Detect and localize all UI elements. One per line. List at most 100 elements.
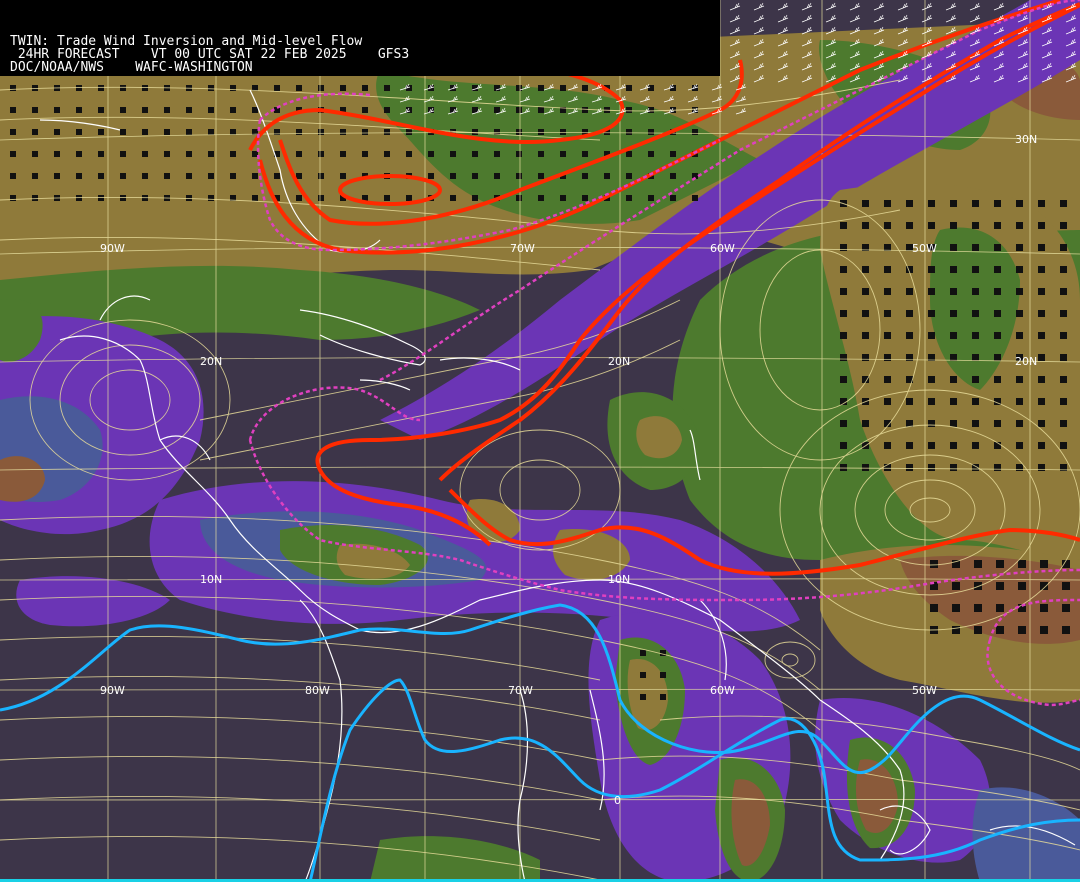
- stipple-mark: [994, 332, 1001, 339]
- stipple-mark: [208, 85, 214, 91]
- lat-label-right-20n: 20N: [1015, 355, 1037, 368]
- stipple-mark: [1062, 626, 1070, 634]
- stipple-mark: [840, 442, 847, 449]
- stipple-mark: [994, 354, 1001, 361]
- stipple-mark: [472, 151, 478, 157]
- stipple-mark: [1016, 398, 1023, 405]
- stipple-mark: [648, 129, 654, 135]
- lon-label-top-70w: 70W: [510, 242, 535, 255]
- stipple-mark: [1038, 288, 1045, 295]
- stipple-mark: [76, 173, 82, 179]
- stipple-mark: [1038, 398, 1045, 405]
- stipple-mark: [840, 266, 847, 273]
- stipple-mark: [516, 195, 522, 201]
- stipple-mark: [928, 200, 935, 207]
- stipple-mark: [142, 85, 148, 91]
- stipple-mark: [972, 288, 979, 295]
- stipple-mark: [648, 107, 654, 113]
- stipple-mark: [1016, 442, 1023, 449]
- stipple-mark: [928, 376, 935, 383]
- stipple-mark: [640, 672, 646, 678]
- stipple-mark: [972, 354, 979, 361]
- stipple-mark: [340, 129, 346, 135]
- lon-label-top-90w: 90W: [100, 242, 125, 255]
- stipple-mark: [862, 200, 869, 207]
- stipple-mark: [186, 173, 192, 179]
- stipple-mark: [972, 244, 979, 251]
- stipple-mark: [472, 85, 478, 91]
- stipple-mark: [950, 288, 957, 295]
- stipple-mark: [952, 626, 960, 634]
- stipple-mark: [1016, 376, 1023, 383]
- stipple-mark: [450, 173, 456, 179]
- stipple-mark: [950, 376, 957, 383]
- stipple-mark: [516, 107, 522, 113]
- stipple-mark: [142, 107, 148, 113]
- stipple-mark: [930, 604, 938, 612]
- stipple-mark: [640, 650, 646, 656]
- stipple-mark: [950, 464, 957, 471]
- stipple-mark: [10, 173, 16, 179]
- stipple-mark: [994, 420, 1001, 427]
- stipple-mark: [996, 626, 1004, 634]
- stipple-mark: [164, 151, 170, 157]
- stipple-mark: [1016, 310, 1023, 317]
- stipple-mark: [950, 398, 957, 405]
- stipple-mark: [538, 85, 544, 91]
- stipple-mark: [994, 222, 1001, 229]
- stipple-mark: [994, 200, 1001, 207]
- stipple-mark: [994, 288, 1001, 295]
- stipple-mark: [974, 560, 982, 568]
- lon-label-bottom-60w: 60W: [710, 684, 735, 697]
- stipple-mark: [76, 129, 82, 135]
- stipple-mark: [1018, 560, 1026, 568]
- stipple-mark: [884, 266, 891, 273]
- stipple-mark: [840, 288, 847, 295]
- stipple-mark: [208, 151, 214, 157]
- stipple-mark: [994, 244, 1001, 251]
- stipple-mark: [950, 442, 957, 449]
- stipple-mark: [928, 332, 935, 339]
- stipple-mark: [626, 151, 632, 157]
- stipple-mark: [230, 151, 236, 157]
- stipple-mark: [252, 195, 258, 201]
- stipple-mark: [862, 310, 869, 317]
- stipple-mark: [1062, 604, 1070, 612]
- stipple-mark: [428, 151, 434, 157]
- stipple-mark: [972, 200, 979, 207]
- stipple-mark: [1060, 200, 1067, 207]
- stipple-mark: [884, 398, 891, 405]
- stipple-mark: [884, 332, 891, 339]
- stipple-mark: [98, 85, 104, 91]
- stipple-mark: [296, 151, 302, 157]
- stipple-mark: [32, 195, 38, 201]
- stipple-mark: [884, 200, 891, 207]
- stipple-mark: [692, 195, 698, 201]
- stipple-mark: [996, 560, 1004, 568]
- stipple-mark: [538, 151, 544, 157]
- stipple-mark: [884, 222, 891, 229]
- stipple-mark: [1062, 582, 1070, 590]
- stipple-mark: [950, 420, 957, 427]
- stipple-mark: [10, 107, 16, 113]
- stipple-mark: [472, 129, 478, 135]
- stipple-mark: [862, 420, 869, 427]
- stipple-mark: [862, 464, 869, 471]
- stipple-mark: [1040, 582, 1048, 590]
- twin-forecast-map: 90W 70W 60W 50W 90W 80W 70W 60W 50W 20N …: [0, 0, 1080, 882]
- stipple-mark: [840, 222, 847, 229]
- stipple-mark: [906, 310, 913, 317]
- stipple-mark: [1016, 464, 1023, 471]
- stipple-mark: [950, 222, 957, 229]
- stipple-mark: [164, 107, 170, 113]
- stipple-mark: [1038, 266, 1045, 273]
- stipple-mark: [950, 332, 957, 339]
- stipple-mark: [906, 442, 913, 449]
- stipple-mark: [1060, 376, 1067, 383]
- stipple-mark: [472, 173, 478, 179]
- stipple-mark: [10, 129, 16, 135]
- stipple-mark: [538, 173, 544, 179]
- stipple-mark: [928, 420, 935, 427]
- stipple-mark: [1060, 288, 1067, 295]
- stipple-mark: [972, 376, 979, 383]
